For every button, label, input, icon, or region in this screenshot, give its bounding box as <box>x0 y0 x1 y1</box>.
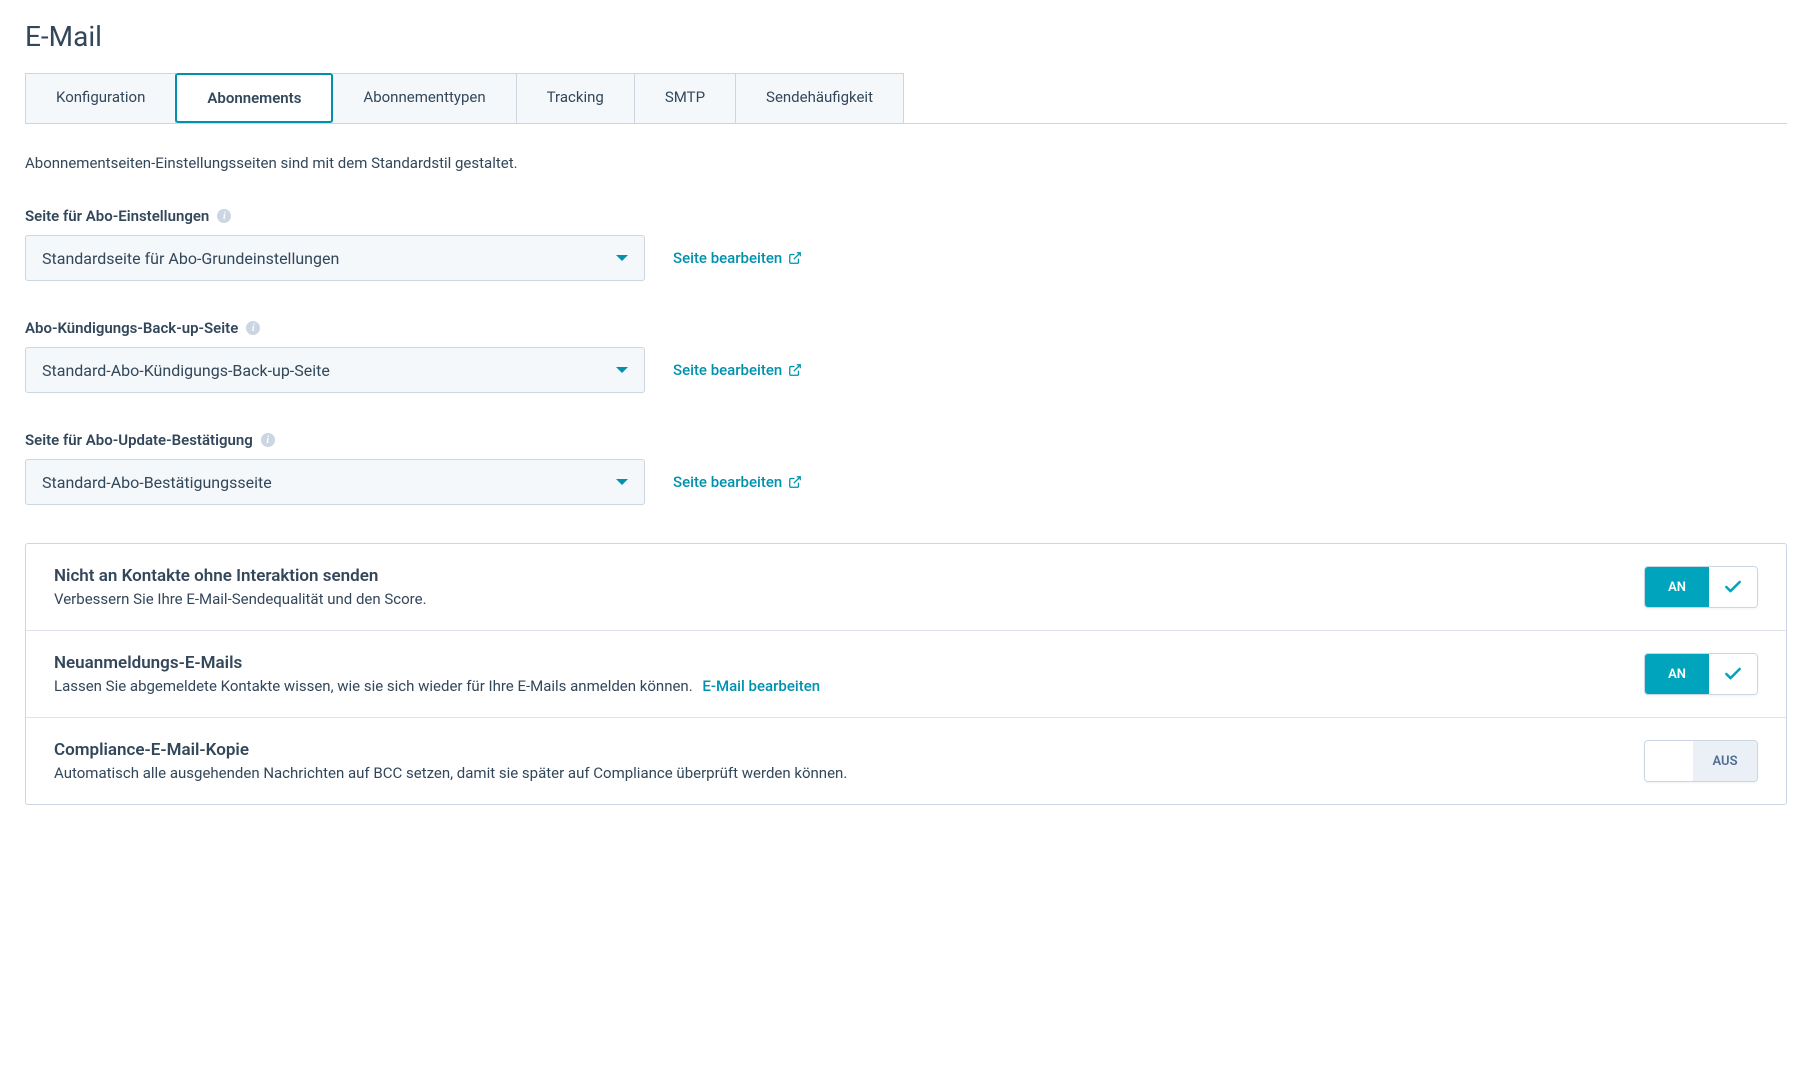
toggle-state-label: AN <box>1645 654 1709 694</box>
chevron-down-icon <box>616 367 628 373</box>
tab-tracking[interactable]: Tracking <box>516 73 635 123</box>
toggle-desc: Automatisch alle ausgehenden Nachrichten… <box>54 764 847 782</box>
check-icon <box>1709 567 1757 607</box>
tab-sendehaeufigkeit[interactable]: Sendehäufigkeit <box>735 73 904 123</box>
page-title: E-Mail <box>25 20 1787 53</box>
tab-abonnements[interactable]: Abonnements <box>175 73 333 123</box>
toggle-title: Compliance-E-Mail-Kopie <box>54 740 847 760</box>
info-icon[interactable]: i <box>261 433 275 447</box>
chevron-down-icon <box>616 255 628 261</box>
toggle-handle <box>1645 741 1693 781</box>
info-icon[interactable]: i <box>246 321 260 335</box>
select-value: Standardseite für Abo-Grundeinstellungen <box>42 249 339 268</box>
select-value: Standard-Abo-Kündigungs-Back-up-Seite <box>42 361 330 380</box>
external-link-icon <box>788 475 802 489</box>
toggle-compliance[interactable]: AUS <box>1644 740 1758 782</box>
field-update-confirmation: Seite für Abo-Update-Bestätigung i Stand… <box>25 431 1787 505</box>
field-unsubscribe-backup: Abo-Kündigungs-Back-up-Seite i Standard-… <box>25 319 1787 393</box>
select-value: Standard-Abo-Bestätigungsseite <box>42 473 272 492</box>
select-subscription-prefs[interactable]: Standardseite für Abo-Grundeinstellungen <box>25 235 645 281</box>
intro-text: Abonnementseiten-Einstellungsseiten sind… <box>25 154 1787 172</box>
chevron-down-icon <box>616 479 628 485</box>
field-label: Seite für Abo-Einstellungen i <box>25 207 1787 225</box>
tab-abonnementtypen[interactable]: Abonnementtypen <box>332 73 516 123</box>
tab-smtp[interactable]: SMTP <box>634 73 736 123</box>
toggle-state-label: AN <box>1645 567 1709 607</box>
tab-konfiguration[interactable]: Konfiguration <box>25 73 176 123</box>
toggles-panel: Nicht an Kontakte ohne Interaktion sende… <box>25 543 1787 805</box>
label-text: Abo-Kündigungs-Back-up-Seite <box>25 319 238 337</box>
external-link-icon <box>788 363 802 377</box>
edit-email-link[interactable]: E-Mail bearbeiten <box>702 677 820 695</box>
toggle-title: Neuanmeldungs-E-Mails <box>54 653 820 673</box>
edit-page-link[interactable]: Seite bearbeiten <box>673 249 802 267</box>
toggle-resubscribe[interactable]: AN <box>1644 653 1758 695</box>
field-subscription-prefs: Seite für Abo-Einstellungen i Standardse… <box>25 207 1787 281</box>
toggle-unengaged[interactable]: AN <box>1644 566 1758 608</box>
edit-page-link[interactable]: Seite bearbeiten <box>673 361 802 379</box>
select-update-confirmation[interactable]: Standard-Abo-Bestätigungsseite <box>25 459 645 505</box>
toggle-desc: Verbessern Sie Ihre E-Mail-Sendequalität… <box>54 590 427 608</box>
desc-text: Lassen Sie abgemeldete Kontakte wissen, … <box>54 677 693 695</box>
label-text: Seite für Abo-Update-Bestätigung <box>25 431 253 449</box>
link-text: Seite bearbeiten <box>673 361 782 379</box>
toggle-state-label: AUS <box>1693 741 1757 781</box>
link-text: Seite bearbeiten <box>673 473 782 491</box>
toggle-row-resubscribe: Neuanmeldungs-E-Mails Lassen Sie abgemel… <box>26 631 1786 718</box>
tabs-bar: Konfiguration Abonnements Abonnementtype… <box>25 73 1787 124</box>
edit-page-link[interactable]: Seite bearbeiten <box>673 473 802 491</box>
check-icon <box>1709 654 1757 694</box>
toggle-row-unengaged: Nicht an Kontakte ohne Interaktion sende… <box>26 544 1786 631</box>
link-text: Seite bearbeiten <box>673 249 782 267</box>
toggle-desc: Lassen Sie abgemeldete Kontakte wissen, … <box>54 677 820 695</box>
external-link-icon <box>788 251 802 265</box>
field-label: Seite für Abo-Update-Bestätigung i <box>25 431 1787 449</box>
field-label: Abo-Kündigungs-Back-up-Seite i <box>25 319 1787 337</box>
toggle-row-compliance: Compliance-E-Mail-Kopie Automatisch alle… <box>26 718 1786 804</box>
select-unsubscribe-backup[interactable]: Standard-Abo-Kündigungs-Back-up-Seite <box>25 347 645 393</box>
toggle-title: Nicht an Kontakte ohne Interaktion sende… <box>54 566 427 586</box>
label-text: Seite für Abo-Einstellungen <box>25 207 209 225</box>
info-icon[interactable]: i <box>217 209 231 223</box>
